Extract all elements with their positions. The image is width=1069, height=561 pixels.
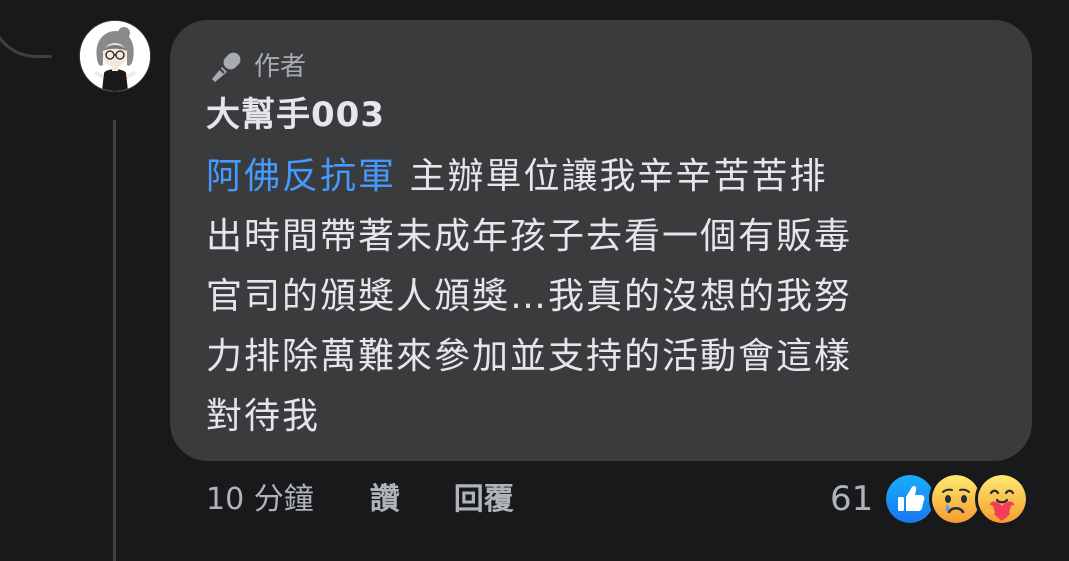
care-icon	[975, 472, 1030, 526]
mention-link[interactable]: 阿佛反抗軍	[206, 156, 396, 197]
comment-text-line: 力排除萬難來參加並支持的活動會這樣	[206, 336, 853, 377]
comment-text-line: 官司的頒獎人頒獎…我真的沒想的我努	[206, 276, 853, 317]
microphone-icon	[212, 52, 241, 82]
reply-button[interactable]: 回覆	[454, 474, 514, 526]
thread-connector-line	[113, 120, 116, 561]
badge-label: 作者	[254, 52, 307, 82]
reaction-summary[interactable]: 61	[830, 472, 1030, 526]
comment-bubble: 作者 大幫手003 阿佛反抗軍 主辦單位讓我辛辛苦苦排 出時間帶著未成年孩子去看…	[170, 20, 1032, 461]
author-badge: 作者	[208, 50, 306, 84]
like-button[interactable]: 讚	[370, 474, 400, 526]
comment-text-line: 對待我	[206, 396, 321, 437]
avatar-illustration	[80, 21, 150, 91]
reaction-icons	[883, 472, 1030, 526]
thread-connector-curve	[0, 0, 50, 58]
thread-connector-cap	[46, 55, 52, 58]
comment-thread: 作者 大幫手003 阿佛反抗軍 主辦單位讓我辛辛苦苦排 出時間帶著未成年孩子去看…	[0, 0, 1069, 561]
comment-text-line: 主辦單位讓我辛辛苦苦排	[396, 156, 828, 197]
comment-text: 阿佛反抗軍 主辦單位讓我辛辛苦苦排 出時間帶著未成年孩子去看一個有販毒 官司的頒…	[206, 147, 996, 447]
author-avatar[interactable]	[79, 20, 151, 92]
comment-text-line: 出時間帶著未成年孩子去看一個有販毒	[206, 216, 853, 257]
reaction-count[interactable]: 61	[830, 472, 873, 526]
timestamp-link[interactable]: 10 分鐘	[206, 474, 314, 526]
comment-actions: 10 分鐘 讚 回覆	[206, 474, 514, 526]
author-name[interactable]: 大幫手003	[206, 93, 385, 137]
